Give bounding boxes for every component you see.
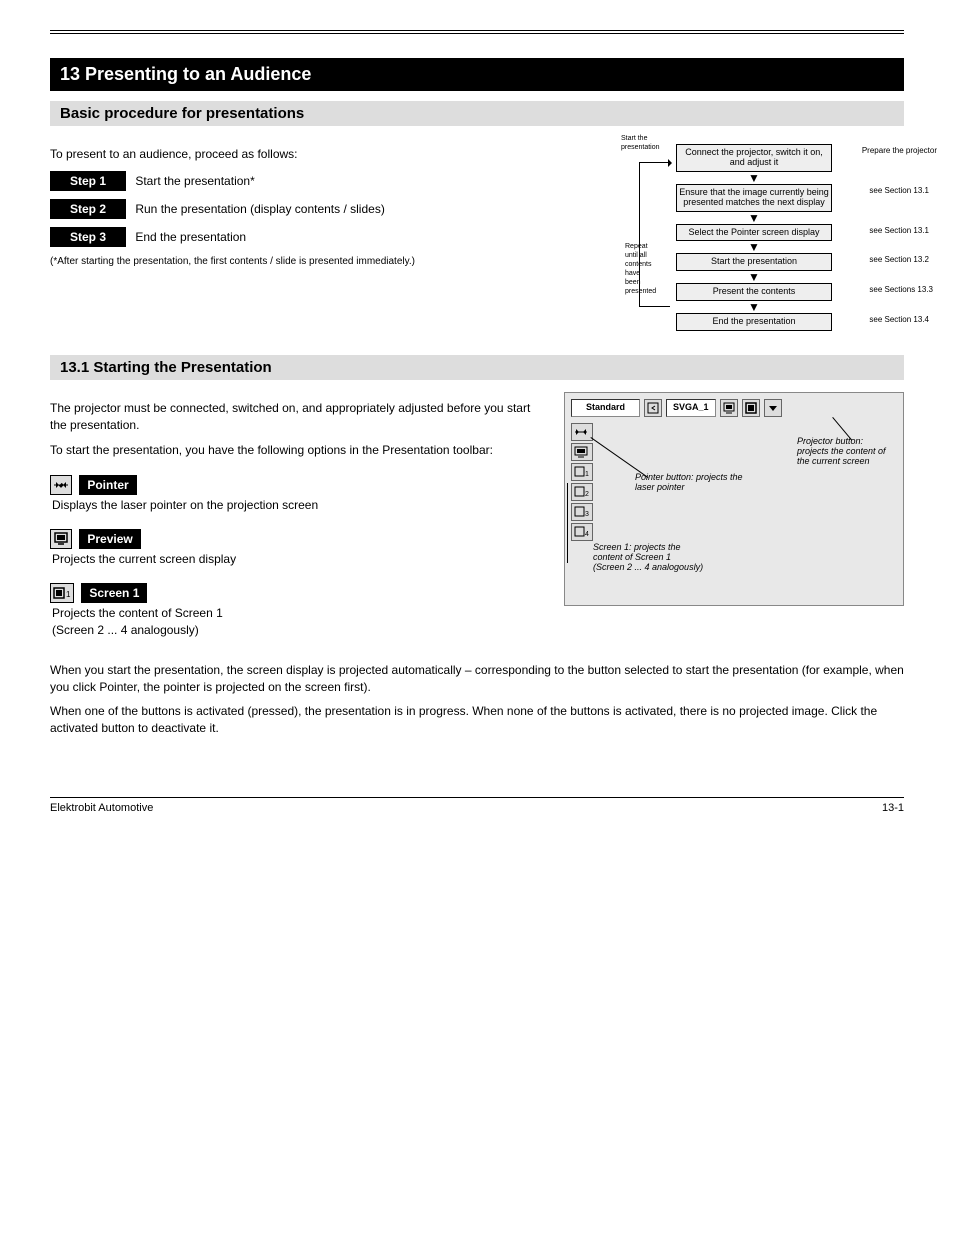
toolbar-projector-btn[interactable] xyxy=(720,399,738,417)
toolbar-dropdown-btn[interactable] xyxy=(764,399,782,417)
page: 13 Presenting to an Audience Basic proce… xyxy=(0,0,954,874)
flow-tag-3: see Section 13.2 xyxy=(869,255,929,265)
toolbar-top-row: Standard SVGA_1 xyxy=(571,399,897,417)
chapter-title: 13 Presenting to an Audience xyxy=(50,58,904,91)
flow-arrow-3: ▼ xyxy=(639,272,869,282)
side-screen-4-btn[interactable]: 4 xyxy=(571,523,593,541)
preview-button-row: Preview Projects the current screen disp… xyxy=(50,529,544,567)
flow-arrow-1: ▼ xyxy=(639,213,869,223)
section-2-left: The projector must be connected, switche… xyxy=(50,392,544,654)
step-3-row: Step 3 End the presentation xyxy=(50,227,584,247)
toolbar-side-column: 1 2 3 4 xyxy=(571,423,593,541)
screen-1-button-row: 1 Screen 1 Projects the content of Scree… xyxy=(50,583,544,638)
side-pointer-btn[interactable] xyxy=(571,423,593,441)
intro-text: To present to an audience, proceed as fo… xyxy=(50,146,584,163)
pointer-icon[interactable] xyxy=(50,475,72,495)
ann3-text: Screen 1: projects the content of Screen… xyxy=(593,543,743,573)
screen-1-label: Screen 1 xyxy=(81,583,147,603)
flow-tag-5: see Section 13.4 xyxy=(869,315,929,325)
step-3-label: Step 3 xyxy=(50,227,126,247)
step-1-row: Step 1 Start the presentation* xyxy=(50,171,584,191)
step-1-text: Start the presentation* xyxy=(135,174,254,188)
preview-desc: Projects the current screen display xyxy=(52,551,544,567)
svg-text:2: 2 xyxy=(585,491,589,498)
svg-text:1: 1 xyxy=(585,471,589,478)
ann2-text: Pointer button: projects the laser point… xyxy=(635,473,775,493)
pointer-button-row: Pointer Displays the laser pointer on th… xyxy=(50,475,544,513)
sec2-para2: When one of the buttons is activated (pr… xyxy=(50,703,904,737)
flow-arrow-2: ▼ xyxy=(639,242,869,252)
flow-loop-caption: Repeat until all contents have been pres… xyxy=(625,242,651,297)
step-1-label: Step 1 xyxy=(50,171,126,191)
ann1-text: Projector button: projects the content o… xyxy=(797,437,907,467)
step-2-label: Step 2 xyxy=(50,199,126,219)
side-screen-3-btn[interactable]: 3 xyxy=(571,503,593,521)
side-screen-1-btn[interactable]: 1 xyxy=(571,463,593,481)
section-2-columns: The projector must be connected, switche… xyxy=(50,392,904,654)
preset-field[interactable]: Standard xyxy=(571,399,640,417)
svg-text:3: 3 xyxy=(585,511,589,518)
flow-box-2: Select the Pointer screen display xyxy=(676,224,832,242)
sec2-line2: To start the presentation, you have the … xyxy=(50,442,544,459)
flow-tag-0: Prepare the projector xyxy=(862,146,937,156)
flow-arrow-0: ▼ xyxy=(639,173,869,183)
flow-box-5: End the presentation xyxy=(676,313,832,331)
flowchart-column: Start the presentation Connect the proje… xyxy=(604,138,904,331)
section-1-columns: To present to an audience, proceed as fo… xyxy=(50,138,904,331)
flow-box-4: Present the contents xyxy=(676,283,832,301)
side-preview-btn[interactable] xyxy=(571,443,593,461)
step-2-text: Run the presentation (display contents /… xyxy=(135,202,384,216)
flow-tag-4: see Sections 13.3 xyxy=(869,285,933,295)
screen-1-desc: Projects the content of Screen 1 (Screen… xyxy=(52,605,544,637)
footer-left: Elektrobit Automotive xyxy=(50,802,153,814)
svga-field[interactable]: SVGA_1 xyxy=(666,399,716,417)
top-rule xyxy=(50,30,904,34)
sec2-intro: The projector must be connected, switche… xyxy=(50,400,544,434)
flow-box-0: Connect the projector, switch it on, and… xyxy=(676,144,832,172)
side-screen-2-btn[interactable]: 2 xyxy=(571,483,593,501)
pointer-label: Pointer xyxy=(79,475,136,495)
footer-right: 13-1 xyxy=(882,802,904,814)
toolbar-btn-a[interactable] xyxy=(644,399,662,417)
section-subtitle-2: 13.1 Starting the Presentation xyxy=(50,355,904,380)
toolbar-screenshot: Standard SVGA_1 1 2 3 4 Proje xyxy=(564,392,904,606)
svg-text:4: 4 xyxy=(585,531,589,538)
footnote: (*After starting the presentation, the f… xyxy=(50,255,584,269)
flow-tag-2: see Section 13.1 xyxy=(869,226,929,236)
preview-icon[interactable] xyxy=(50,529,72,549)
toolbar-screen-btn[interactable] xyxy=(742,399,760,417)
ann3-line xyxy=(567,483,569,563)
section-2-right: Standard SVGA_1 1 2 3 4 Proje xyxy=(564,392,904,654)
flow-tag-1: see Section 13.1 xyxy=(869,186,929,196)
sec2-para1: When you start the presentation, the scr… xyxy=(50,662,904,696)
flow-arrow-4: ▼ xyxy=(639,302,869,312)
step-2-row: Step 2 Run the presentation (display con… xyxy=(50,199,584,219)
svg-text:1: 1 xyxy=(66,590,71,599)
section-subtitle-1: Basic procedure for presentations xyxy=(50,101,904,126)
flowchart: Start the presentation Connect the proje… xyxy=(639,144,869,331)
pointer-desc: Displays the laser pointer on the projec… xyxy=(52,497,544,513)
flow-box-1: Ensure that the image currently being pr… xyxy=(676,184,832,212)
step-3-text: End the presentation xyxy=(135,230,246,244)
preview-label: Preview xyxy=(79,529,140,549)
section-1-left: To present to an audience, proceed as fo… xyxy=(50,138,584,331)
page-footer: Elektrobit Automotive 13-1 xyxy=(50,797,904,814)
flow-box-3: Start the presentation xyxy=(676,253,832,271)
screen-1-icon[interactable]: 1 xyxy=(50,583,74,603)
